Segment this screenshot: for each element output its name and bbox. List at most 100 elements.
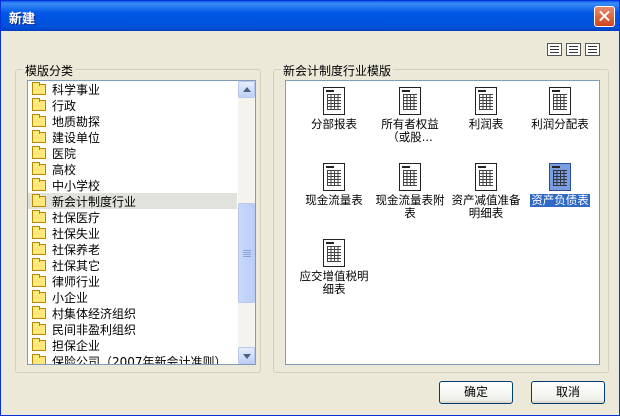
category-item[interactable]: 科学事业 [28,81,237,97]
spreadsheet-icon [399,163,421,191]
category-item-label: 高校 [52,162,77,177]
category-item[interactable]: 地质勘探 [28,113,237,129]
category-item-label: 地质勘探 [52,114,101,129]
view-mode-toolbar [547,43,600,56]
spreadsheet-icon [549,87,571,115]
folder-icon [32,337,46,351]
category-item-label: 担保企业 [52,338,101,353]
category-item-label: 社保其它 [52,258,101,273]
spreadsheet-icon [323,239,345,267]
ok-button[interactable]: 确定 [439,381,513,404]
folder-icon [32,145,46,159]
spreadsheet-icon [549,163,571,191]
category-item[interactable]: 建设单位 [28,129,237,145]
folder-icon [32,81,46,95]
category-item[interactable]: 中小学校 [28,177,237,193]
folder-icon [32,273,46,287]
new-dialog: 新建 模版分类 科学事业 行政 地质勘探 建设单位 医院 高校 中小学校 新会计制度行业 社保医… [0,0,620,416]
template-item-label: 资产负债表 [530,193,590,207]
template-item[interactable]: 利润分配表 [522,87,598,131]
scroll-up-button[interactable] [238,81,255,98]
folder-icon [32,257,46,271]
folder-icon [32,289,46,303]
category-listbox[interactable]: 科学事业 行政 地质勘探 建设单位 医院 高校 中小学校 新会计制度行业 社保医疗 社保失业 社保养… [27,80,256,365]
template-item-label: 资产减值准备明细表 [451,193,521,220]
title-bar[interactable]: 新建 [1,1,619,31]
category-item[interactable]: 村集体经济组织 [28,305,237,321]
folder-icon [32,97,46,111]
category-item[interactable]: 保险公司（2007年新会计准则） [28,353,237,365]
scroll-thumb[interactable] [238,203,255,303]
category-item-label: 社保养老 [52,242,101,257]
folder-icon [32,305,46,319]
folder-icon [32,225,46,239]
template-item[interactable]: 现金流量表 [296,163,372,207]
category-item-label: 小企业 [52,290,89,305]
folder-icon [32,177,46,191]
template-item[interactable]: 利润表 [448,87,524,131]
category-item[interactable]: 新会计制度行业 [28,193,237,209]
category-item-label: 建设单位 [52,130,101,145]
large-icons-view-icon[interactable] [547,43,562,56]
folder-icon [32,209,46,223]
category-item[interactable]: 社保失业 [28,225,237,241]
list-view-icon[interactable] [566,43,581,56]
template-icon-view[interactable]: 分部报表 所有者权益（或股... 利润表 利润分配表现金流量表 现金流量表附表 资产减值准… [285,80,600,365]
template-group-legend: 新会计制度行业模版 [281,62,394,79]
category-item[interactable]: 律师行业 [28,273,237,289]
spreadsheet-icon [475,87,497,115]
template-item[interactable]: 资产减值准备明细表 [448,163,524,220]
category-list: 科学事业 行政 地质勘探 建设单位 医院 高校 中小学校 新会计制度行业 社保医疗 社保失业 社保养… [28,81,237,365]
template-group: 新会计制度行业模版 分部报表 所有者权益（或股... 利润表 利润分配表现金流量表 现金… [273,62,609,373]
template-category-legend: 模版分类 [23,62,76,79]
template-item[interactable]: 资产负债表 [522,163,598,207]
template-item-label: 利润表 [468,117,504,131]
template-item-label: 现金流量表附表 [375,193,445,220]
category-item[interactable]: 行政 [28,97,237,113]
details-view-icon[interactable] [585,43,600,56]
category-item[interactable]: 高校 [28,161,237,177]
close-icon[interactable] [594,6,615,27]
category-item-label: 村集体经济组织 [52,306,137,321]
template-item-label: 应交增值税明细表 [299,269,369,296]
folder-icon [32,129,46,143]
category-item-label: 律师行业 [52,274,101,289]
folder-icon [32,241,46,255]
template-item[interactable]: 现金流量表附表 [372,163,448,220]
folder-icon [32,193,46,207]
template-item-label: 现金流量表 [305,193,363,207]
window-title: 新建 [9,12,36,27]
category-item-label: 民间非盈利组织 [52,322,137,337]
category-item-label: 社保失业 [52,226,101,241]
category-item-label: 新会计制度行业 [52,194,137,209]
template-item-label: 利润分配表 [531,117,589,131]
category-item[interactable]: 小企业 [28,289,237,305]
template-item[interactable]: 应交增值税明细表 [296,239,372,296]
category-item-label: 行政 [52,98,77,113]
category-item-label: 医院 [52,146,77,161]
folder-icon [32,113,46,127]
spreadsheet-icon [399,87,421,115]
scroll-down-button[interactable] [238,347,255,364]
category-item[interactable]: 社保其它 [28,257,237,273]
category-item-label: 社保医疗 [52,210,101,225]
category-item[interactable]: 社保医疗 [28,209,237,225]
category-item[interactable]: 医院 [28,145,237,161]
template-category-group: 模版分类 科学事业 行政 地质勘探 建设单位 医院 高校 中小学校 新会计制度行业 社保医疗 社保… [15,62,261,373]
category-item-label: 保险公司（2007年新会计准则） [52,354,227,365]
spreadsheet-icon [323,163,345,191]
category-item-label: 中小学校 [52,178,101,193]
spreadsheet-icon [475,163,497,191]
category-item[interactable]: 社保养老 [28,241,237,257]
template-item[interactable]: 分部报表 [296,87,372,131]
category-scrollbar[interactable] [238,81,255,364]
template-item[interactable]: 所有者权益（或股... [372,87,448,144]
category-item[interactable]: 民间非盈利组织 [28,321,237,337]
folder-icon [32,321,46,335]
category-item[interactable]: 担保企业 [28,337,237,353]
template-item-label: 所有者权益（或股... [381,117,439,144]
cancel-button[interactable]: 取消 [531,381,605,404]
spreadsheet-icon [323,87,345,115]
folder-icon [32,161,46,175]
folder-icon [32,353,46,364]
